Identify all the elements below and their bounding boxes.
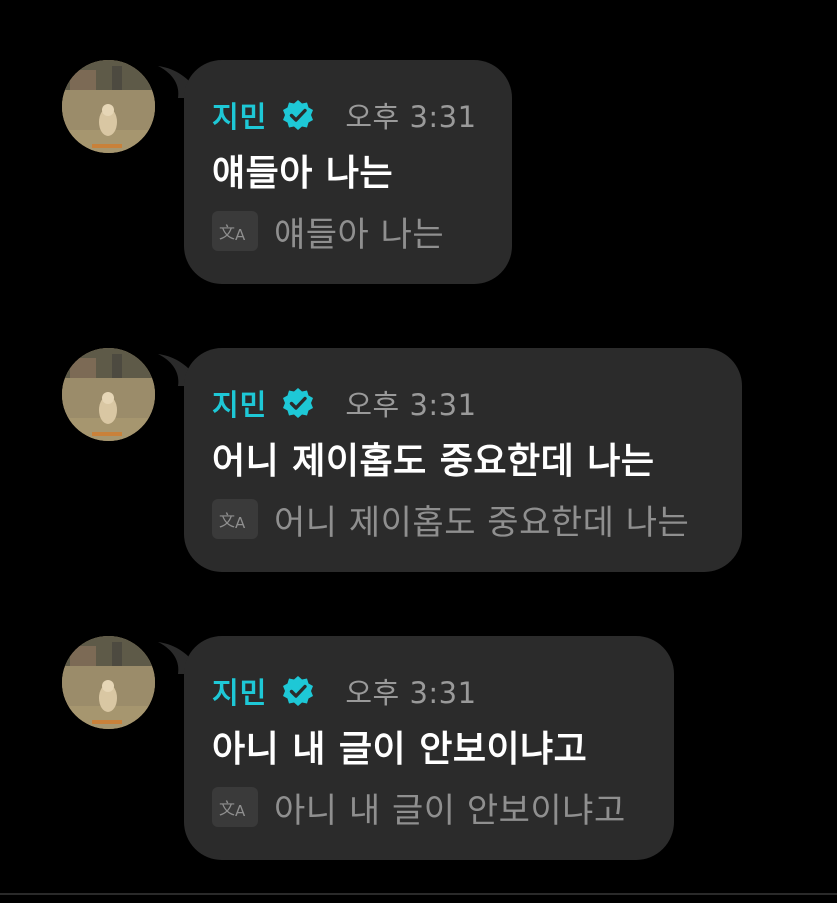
verified-badge-icon <box>283 100 314 130</box>
translation-row[interactable]: 文 A 어니 제이홉도 중요한데 나는 <box>212 494 712 544</box>
translate-icon[interactable]: 文 A <box>212 499 258 539</box>
verified-badge-icon <box>283 676 314 706</box>
avatar-photo <box>62 636 155 729</box>
svg-text:文: 文 <box>219 511 235 530</box>
message-header: 지민 오후 3:31 <box>212 664 644 718</box>
message-text: 어니 제이홉도 중요한데 나는 <box>212 441 655 482</box>
message-bubble[interactable]: 지민 오후 3:31 얘들아 나는 文 A 얘들아 나는 <box>184 60 512 284</box>
message-header: 지민 오후 3:31 <box>212 88 482 142</box>
message-timestamp: 오후 3:31 <box>345 100 477 134</box>
sender-name[interactable]: 지민 <box>212 382 267 424</box>
message-text: 아니 내 글이 안보이냐고 <box>212 729 588 770</box>
translate-icon[interactable]: 文 A <box>212 787 258 827</box>
message-timestamp: 오후 3:31 <box>345 388 477 422</box>
avatar[interactable] <box>62 636 155 729</box>
translated-text: 얘들아 나는 <box>274 214 445 255</box>
message-bubble[interactable]: 지민 오후 3:31 어니 제이홉도 중요한데 나는 文 A 어니 제이홉도 중… <box>184 348 742 572</box>
translation-row[interactable]: 文 A 아니 내 글이 안보이냐고 <box>212 782 644 832</box>
message-text: 얘들아 나는 <box>212 153 394 194</box>
svg-text:A: A <box>235 802 246 819</box>
avatar[interactable] <box>62 60 155 153</box>
bottom-divider <box>0 893 837 895</box>
translate-icon[interactable]: 文 A <box>212 211 258 251</box>
translated-text: 어니 제이홉도 중요한데 나는 <box>274 502 690 543</box>
sender-name[interactable]: 지민 <box>212 670 267 712</box>
avatar-photo <box>62 348 155 441</box>
message-header: 지민 오후 3:31 <box>212 376 712 430</box>
verified-badge-icon <box>283 388 314 418</box>
message-bubble[interactable]: 지민 오후 3:31 아니 내 글이 안보이냐고 文 A 아니 내 글이 안보이… <box>184 636 674 860</box>
svg-text:A: A <box>235 226 246 243</box>
svg-text:文: 文 <box>219 799 235 818</box>
avatar-photo <box>62 60 155 153</box>
message-timestamp: 오후 3:31 <box>345 676 477 710</box>
svg-text:文: 文 <box>219 223 235 242</box>
translated-text: 아니 내 글이 안보이냐고 <box>274 790 626 831</box>
svg-text:A: A <box>235 514 246 531</box>
sender-name[interactable]: 지민 <box>212 94 267 136</box>
translation-row[interactable]: 文 A 얘들아 나는 <box>212 206 482 256</box>
avatar[interactable] <box>62 348 155 441</box>
